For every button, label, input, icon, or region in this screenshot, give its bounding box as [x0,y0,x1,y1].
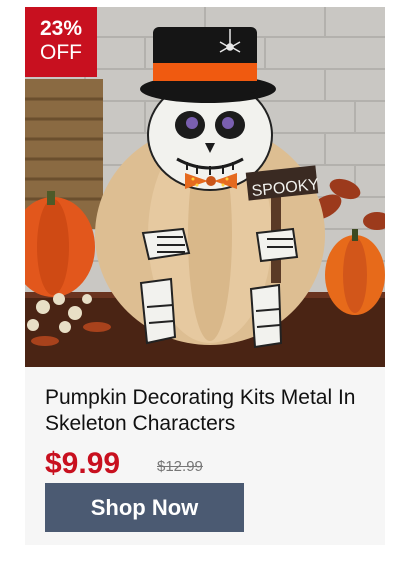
discount-off-label: OFF [40,41,82,64]
product-title[interactable]: Pumpkin Decorating Kits Metal In Skeleto… [45,385,385,437]
discount-percent: 23% [39,17,83,40]
discount-badge: 23% OFF [25,7,97,77]
original-price: $12.99 [157,458,203,475]
shop-now-button[interactable]: Shop Now [45,483,244,532]
product-card[interactable]: SPOOKY 23% OFF Pumpkin Decorating Kits M… [25,7,385,545]
sale-price: $9.99 [45,447,121,480]
